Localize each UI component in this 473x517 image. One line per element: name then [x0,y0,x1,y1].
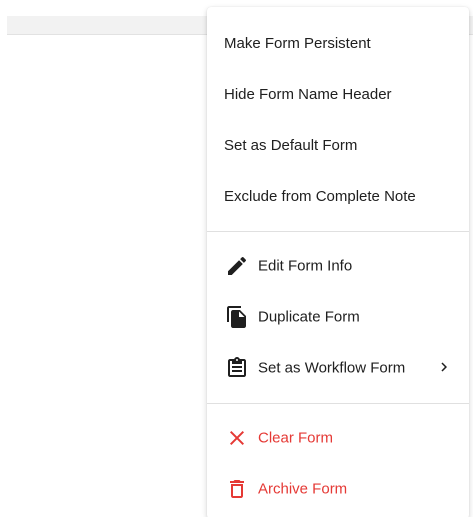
copy-icon [225,305,249,329]
chevron-right-icon [435,358,453,376]
pencil-icon [225,254,249,278]
menu-item-label: Exclude from Complete Note [224,187,416,205]
menu-item-label: Set as Default Form [224,136,358,154]
menu-item-edit-form-info[interactable]: Edit Form Info [207,242,469,290]
menu-item-label: Make Form Persistent [224,34,371,52]
app-background: Make Form Persistent Hide Form Name Head… [0,0,473,517]
menu-item-label: Clear Form [258,429,334,447]
menu-item-set-as-workflow-form[interactable]: Set as Workflow Form [207,344,469,392]
menu-item-label: Archive Form [258,480,348,498]
menu-item-clear-form[interactable]: Clear Form [207,414,469,462]
menu-item-archive-form[interactable]: Archive Form [207,465,469,513]
menu-item-make-form-persistent[interactable]: Make Form Persistent [207,19,469,67]
menu-item-exclude-from-complete-note[interactable]: Exclude from Complete Note [207,172,469,220]
menu-item-hide-form-name-header[interactable]: Hide Form Name Header [207,70,469,118]
form-options-menu: Make Form Persistent Hide Form Name Head… [207,7,469,517]
menu-item-set-as-default-form[interactable]: Set as Default Form [207,121,469,169]
trash-icon [225,477,249,501]
close-icon [225,426,249,450]
menu-item-duplicate-form[interactable]: Duplicate Form [207,293,469,341]
menu-item-label: Set as Workflow Form [258,359,406,377]
menu-item-label: Hide Form Name Header [224,85,392,103]
menu-item-label: Duplicate Form [258,308,360,326]
menu-item-label: Edit Form Info [258,257,353,275]
clipboard-icon [225,356,249,380]
menu-divider [207,403,469,404]
menu-divider [207,231,469,232]
